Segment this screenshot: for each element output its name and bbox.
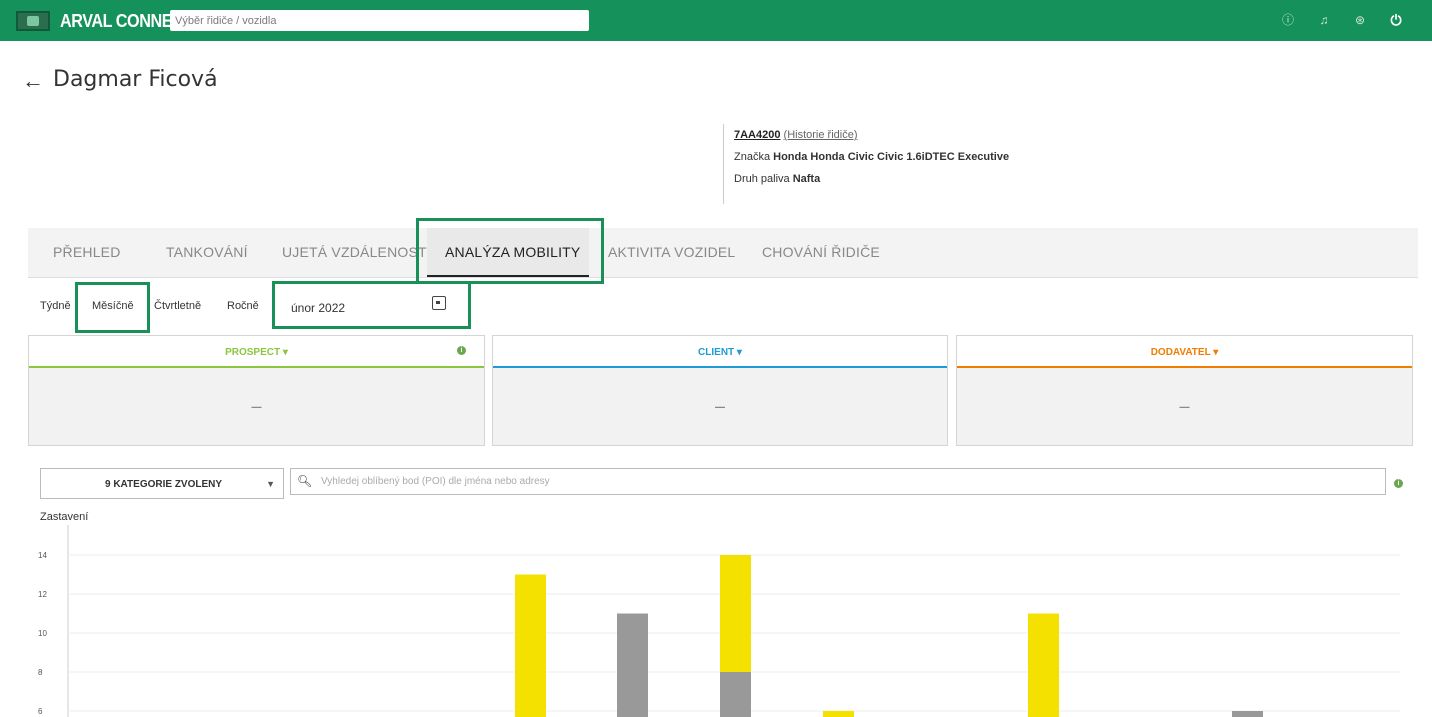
fuel-value: Nafta (792, 173, 821, 185)
vehicle-info: 7AA4200 (Historie řidiče) Značka Honda H… (723, 124, 1009, 204)
driver-history-link[interactable]: (Historie řidiče) (784, 129, 858, 141)
bar-gray-segment[interactable] (1232, 711, 1263, 717)
back-arrow-icon[interactable]: ← (22, 68, 44, 94)
bell-icon[interactable]: ♫ (1316, 12, 1332, 28)
prospect-value: – (251, 396, 262, 416)
search-icon: 🔍︎ (297, 474, 313, 488)
top-bar: ARVAL CONNECT ⓘ ♫ ⊛ ⏻ (0, 0, 1432, 41)
client-dropdown[interactable]: CLIENT ▾ (493, 336, 947, 368)
tab-chovani-ridice[interactable]: CHOVÁNÍ ŘIDIČE (762, 244, 880, 260)
bar-yellow-segment[interactable] (823, 711, 854, 717)
bar-yellow-segment[interactable] (720, 555, 751, 672)
dodavatel-dropdown[interactable]: DODAVATEL ▾ (957, 336, 1412, 368)
driver-name: Dagmar Ficová (53, 67, 218, 92)
info-icon[interactable]: i (1394, 479, 1403, 488)
y-tick-label: 6 (38, 707, 43, 716)
bar-gray-segment[interactable] (617, 613, 648, 717)
tab-prehled[interactable]: PŘEHLED (53, 244, 121, 260)
arval-logo-icon[interactable] (16, 11, 50, 31)
highlight-frame-monthly (75, 282, 150, 333)
prospect-dropdown[interactable]: PROSPECT ▾ (29, 336, 484, 368)
dodavatel-card: DODAVATEL ▾ – (956, 335, 1413, 446)
tab-tankovani[interactable]: TANKOVÁNÍ (166, 244, 248, 260)
fuel-label: Druh paliva (734, 173, 790, 185)
categories-label: 9 KATEGORIE ZVOLENY (105, 479, 223, 490)
y-tick-label: 12 (38, 590, 47, 599)
y-tick-label: 10 (38, 629, 47, 638)
bar-gray-segment[interactable] (720, 672, 751, 717)
prospect-card: PROSPECT ▾ i – (28, 335, 485, 446)
poi-search-placeholder: Vyhledej oblíbený bod (POI) dle jména ne… (321, 476, 550, 487)
y-tick-label: 14 (38, 551, 47, 560)
highlight-frame-date (272, 281, 471, 329)
user-icon[interactable]: ⊛ (1352, 12, 1368, 28)
y-tick-label: 8 (38, 668, 43, 677)
info-icon[interactable]: ⓘ (1280, 12, 1296, 28)
tab-aktivita-vozidel[interactable]: AKTIVITA VOZIDEL (608, 244, 735, 260)
period-yearly[interactable]: Ročně (227, 300, 259, 312)
power-icon[interactable]: ⏻ (1388, 12, 1404, 28)
dodavatel-value: – (1179, 396, 1190, 416)
poi-search-input[interactable]: 🔍︎ Vyhledej oblíbený bod (POI) dle jména… (290, 468, 1386, 495)
client-card: CLIENT ▾ – (492, 335, 948, 446)
brand-value: Honda Honda Civic Civic 1.6iDTEC Executi… (773, 151, 1010, 163)
info-icon[interactable]: i (457, 346, 466, 355)
stops-bar-chart: 6 8 10 12 14 (38, 525, 1400, 717)
bar-yellow-segment[interactable] (515, 574, 546, 717)
tab-ujeta-vzdalenost[interactable]: UJETÁ VZDÁLENOST (282, 244, 427, 260)
brand-label: Značka (734, 151, 771, 163)
bar-yellow-segment[interactable] (1028, 613, 1059, 717)
period-weekly[interactable]: Týdně (40, 300, 71, 312)
vehicle-plate-link[interactable]: 7AA4200 (734, 129, 780, 141)
categories-select[interactable]: 9 KATEGORIE ZVOLENY ▼ (40, 468, 284, 499)
client-value: – (714, 396, 725, 416)
highlight-frame-tab (416, 218, 604, 284)
driver-vehicle-search-input[interactable] (170, 10, 589, 31)
period-quarterly[interactable]: Čtvrtletně (154, 300, 201, 312)
chevron-down-icon: ▼ (266, 479, 275, 489)
